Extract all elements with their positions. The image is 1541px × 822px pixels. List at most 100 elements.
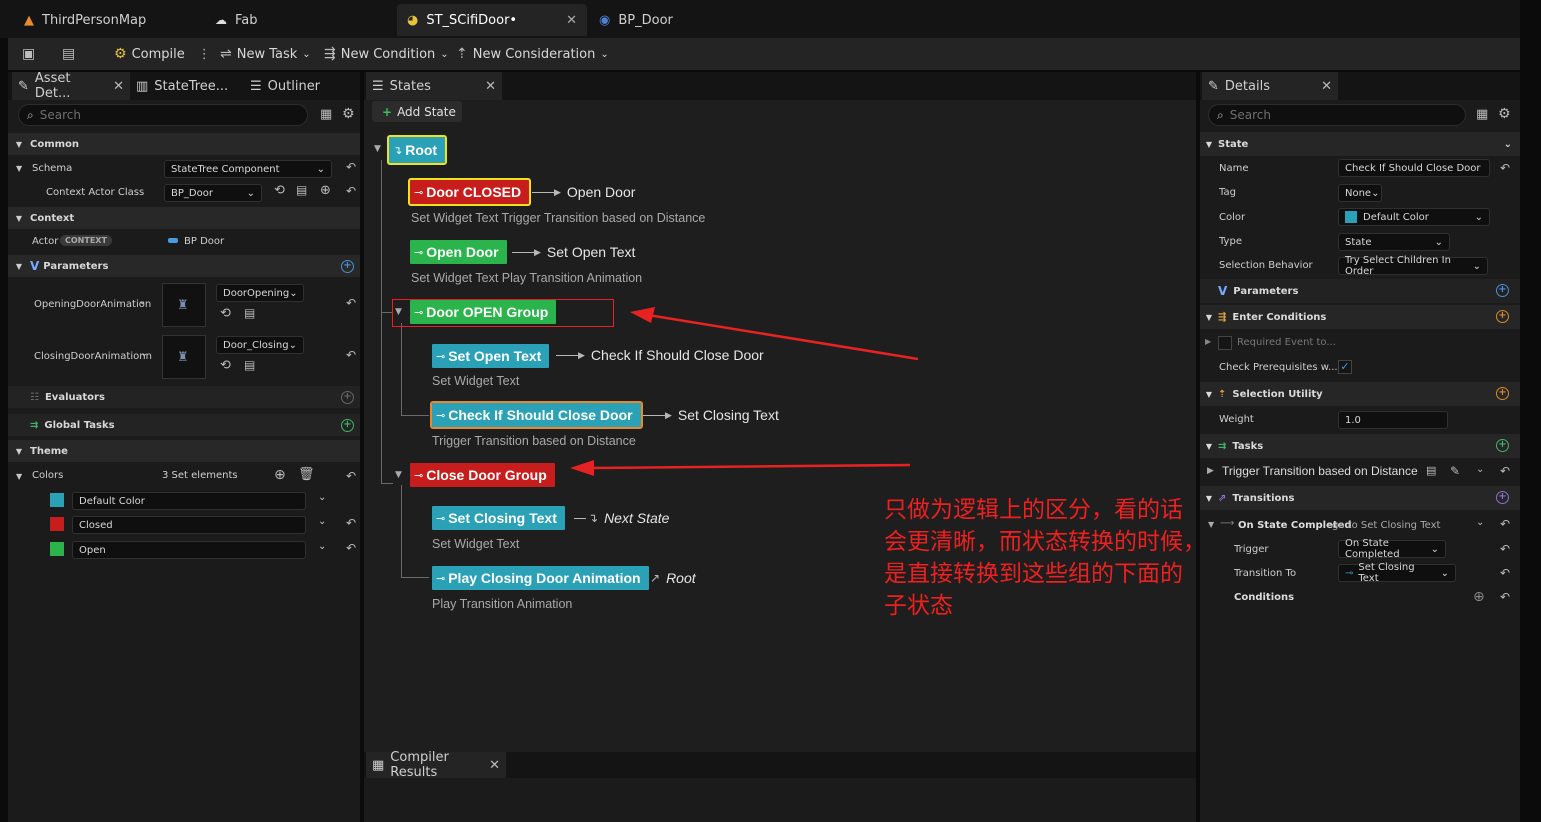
- close-icon[interactable]: ✕: [113, 79, 124, 94]
- collapse-icon[interactable]: ▼: [395, 470, 402, 480]
- selection-behavior-combo[interactable]: Try Select Children In Order ⌄: [1338, 255, 1488, 277]
- use-selected-icon[interactable]: ⟲: [220, 306, 231, 321]
- add-icon[interactable]: ⊕: [320, 183, 331, 198]
- add-parameter-icon[interactable]: +: [341, 260, 354, 273]
- section-enter-conditions[interactable]: ▼ ⇶ Enter Conditions: [1200, 305, 1520, 329]
- add-state-button[interactable]: + Add State: [372, 101, 462, 122]
- chevron-down-icon[interactable]: ⌄: [140, 348, 148, 359]
- color-name-field[interactable]: Default Color: [72, 492, 306, 510]
- edit-icon[interactable]: ✎: [1450, 464, 1460, 478]
- state-root[interactable]: ↴ Root: [386, 135, 448, 165]
- expand-icon[interactable]: ▶: [1207, 466, 1214, 476]
- chevron-down-icon[interactable]: ⌄: [1476, 517, 1484, 528]
- animation-thumbnail[interactable]: ♜: [162, 283, 206, 327]
- chevron-down-icon[interactable]: ⌄: [318, 516, 326, 527]
- chevron-down-icon[interactable]: ⌄: [318, 492, 326, 503]
- required-event-checkbox[interactable]: [1218, 336, 1232, 350]
- close-icon[interactable]: ✕: [489, 758, 500, 773]
- add-condition-icon[interactable]: +: [1496, 310, 1509, 323]
- compile-button[interactable]: ⚙ Compile ⋮: [114, 38, 211, 70]
- add-transition-icon[interactable]: +: [1496, 491, 1509, 504]
- section-common[interactable]: ▼ Common: [8, 133, 360, 155]
- color-name-field[interactable]: Closed: [72, 516, 306, 534]
- name-field[interactable]: Check If Should Close Door: [1338, 159, 1490, 177]
- save-button[interactable]: ▣: [22, 38, 35, 70]
- browse-icon[interactable]: ▤: [296, 183, 307, 197]
- section-state[interactable]: ▼ State ⌄: [1200, 132, 1520, 156]
- collapse-icon[interactable]: ▼: [16, 472, 22, 481]
- check-prerequisites-checkbox[interactable]: ✓: [1338, 360, 1352, 374]
- asset-combo[interactable]: DoorOpening ⌄: [216, 284, 304, 302]
- add-element-icon[interactable]: ⊕: [274, 467, 286, 483]
- new-task-button[interactable]: ⇌ New Task ⌄: [220, 38, 311, 70]
- reset-icon[interactable]: ↶: [346, 184, 356, 198]
- new-condition-button[interactable]: ⇶ New Condition ⌄: [324, 38, 449, 70]
- add-global-task-icon[interactable]: +: [341, 419, 354, 432]
- animation-thumbnail[interactable]: ♜: [162, 335, 206, 379]
- reset-icon[interactable]: ↶: [1500, 517, 1510, 531]
- chevron-down-icon[interactable]: ⌄: [318, 541, 326, 552]
- state-set-open-text[interactable]: ⊸ Set Open Text: [432, 344, 550, 368]
- tag-combo[interactable]: None ⌄: [1338, 184, 1382, 202]
- add-task-icon[interactable]: +: [1496, 439, 1509, 452]
- expand-icon[interactable]: ▶: [1205, 337, 1211, 346]
- compile-options-icon[interactable]: ⋮: [198, 47, 211, 62]
- tab-thirdpersonmap[interactable]: ▲ ThirdPersonMap: [14, 4, 204, 36]
- schema-combo[interactable]: StateTree Component ⌄: [164, 160, 332, 178]
- browse-icon[interactable]: ▤: [244, 306, 255, 320]
- close-tab-icon[interactable]: ✕: [566, 13, 577, 28]
- trash-icon[interactable]: 🗑: [298, 467, 315, 482]
- section-global-tasks[interactable]: ⇉ Global Tasks: [8, 414, 360, 436]
- asset-combo[interactable]: Door_Closing ⌄: [216, 336, 304, 354]
- close-icon[interactable]: ✕: [1321, 79, 1332, 94]
- transition-to-combo[interactable]: ⊸ Set Closing Text ⌄: [1338, 562, 1456, 584]
- collapse-icon[interactable]: ▼: [16, 164, 22, 173]
- section-evaluators[interactable]: ☷ Evaluators: [8, 386, 360, 408]
- reset-icon[interactable]: ↶: [346, 541, 356, 555]
- weight-field[interactable]: 1.0: [1338, 411, 1448, 429]
- new-consideration-button[interactable]: ⇡ New Consideration ⌄: [456, 38, 609, 70]
- gear-icon[interactable]: ⚙: [342, 106, 355, 122]
- tab-st-scifidoor[interactable]: ◕ ST_SCifiDoor• ✕: [397, 4, 587, 36]
- color-combo[interactable]: Default Color ⌄: [1338, 208, 1490, 226]
- chevron-down-icon[interactable]: ⌄: [138, 296, 146, 307]
- reset-icon[interactable]: ↶: [346, 469, 356, 483]
- reset-icon[interactable]: ↶: [346, 296, 356, 310]
- section-theme[interactable]: ▼ Theme: [8, 440, 360, 462]
- collapse-icon[interactable]: ▼: [1208, 520, 1214, 529]
- use-selected-icon[interactable]: ⟲: [274, 183, 285, 198]
- gear-icon[interactable]: ⚙: [1498, 106, 1511, 122]
- section-transitions[interactable]: ▼ ⇗ Transitions: [1200, 486, 1520, 510]
- add-parameter-icon[interactable]: +: [1496, 284, 1509, 297]
- section-tasks[interactable]: ▼ ⇉ Tasks: [1200, 434, 1520, 458]
- add-condition-icon[interactable]: ⊕: [1473, 589, 1485, 605]
- context-actor-class-combo[interactable]: BP_Door ⌄: [164, 184, 262, 202]
- asset-search-input[interactable]: ⌕ Search: [18, 104, 308, 126]
- add-evaluator-icon[interactable]: +: [341, 391, 354, 404]
- close-icon[interactable]: ✕: [485, 79, 496, 94]
- state-door-closed[interactable]: ⊸ Door CLOSED: [407, 178, 532, 206]
- reset-icon[interactable]: ↶: [1500, 161, 1510, 175]
- reset-icon[interactable]: ↶: [1500, 542, 1510, 556]
- table-view-icon[interactable]: ▦: [1476, 107, 1488, 122]
- state-open-door[interactable]: ⊸ Open Door: [410, 240, 507, 264]
- chevron-down-icon[interactable]: ⌄: [1476, 464, 1484, 475]
- tab-states[interactable]: ☰ States ✕: [366, 72, 502, 100]
- reset-icon[interactable]: ↶: [1500, 590, 1510, 604]
- tab-details[interactable]: ✎ Details ✕: [1202, 72, 1338, 100]
- browse-icon[interactable]: ▤: [244, 358, 255, 372]
- tab-statetree[interactable]: ▥ StateTree...: [130, 72, 240, 100]
- state-play-closing-door-animation[interactable]: ⊸ Play Closing Door Animation: [432, 566, 649, 590]
- type-combo[interactable]: State ⌄: [1338, 233, 1450, 251]
- section-context[interactable]: ▼ Context: [8, 207, 360, 229]
- section-selection-utility[interactable]: ▼ ⇡ Selection Utility: [1200, 382, 1520, 406]
- state-close-door-group[interactable]: ⊸ Close Door Group: [410, 463, 555, 487]
- browse-icon[interactable]: ▤: [1426, 464, 1436, 477]
- tab-outliner[interactable]: ☰ Outliner: [244, 72, 354, 100]
- reset-icon[interactable]: ↶: [1500, 566, 1510, 580]
- tab-bp-door[interactable]: ◉ BP_Door: [589, 4, 779, 36]
- state-door-open-group[interactable]: ⊸ Door OPEN Group: [410, 300, 557, 324]
- reset-icon[interactable]: ↶: [346, 348, 356, 362]
- section-parameters[interactable]: V Parameters: [1200, 279, 1520, 303]
- browse-button[interactable]: ▤: [62, 38, 75, 70]
